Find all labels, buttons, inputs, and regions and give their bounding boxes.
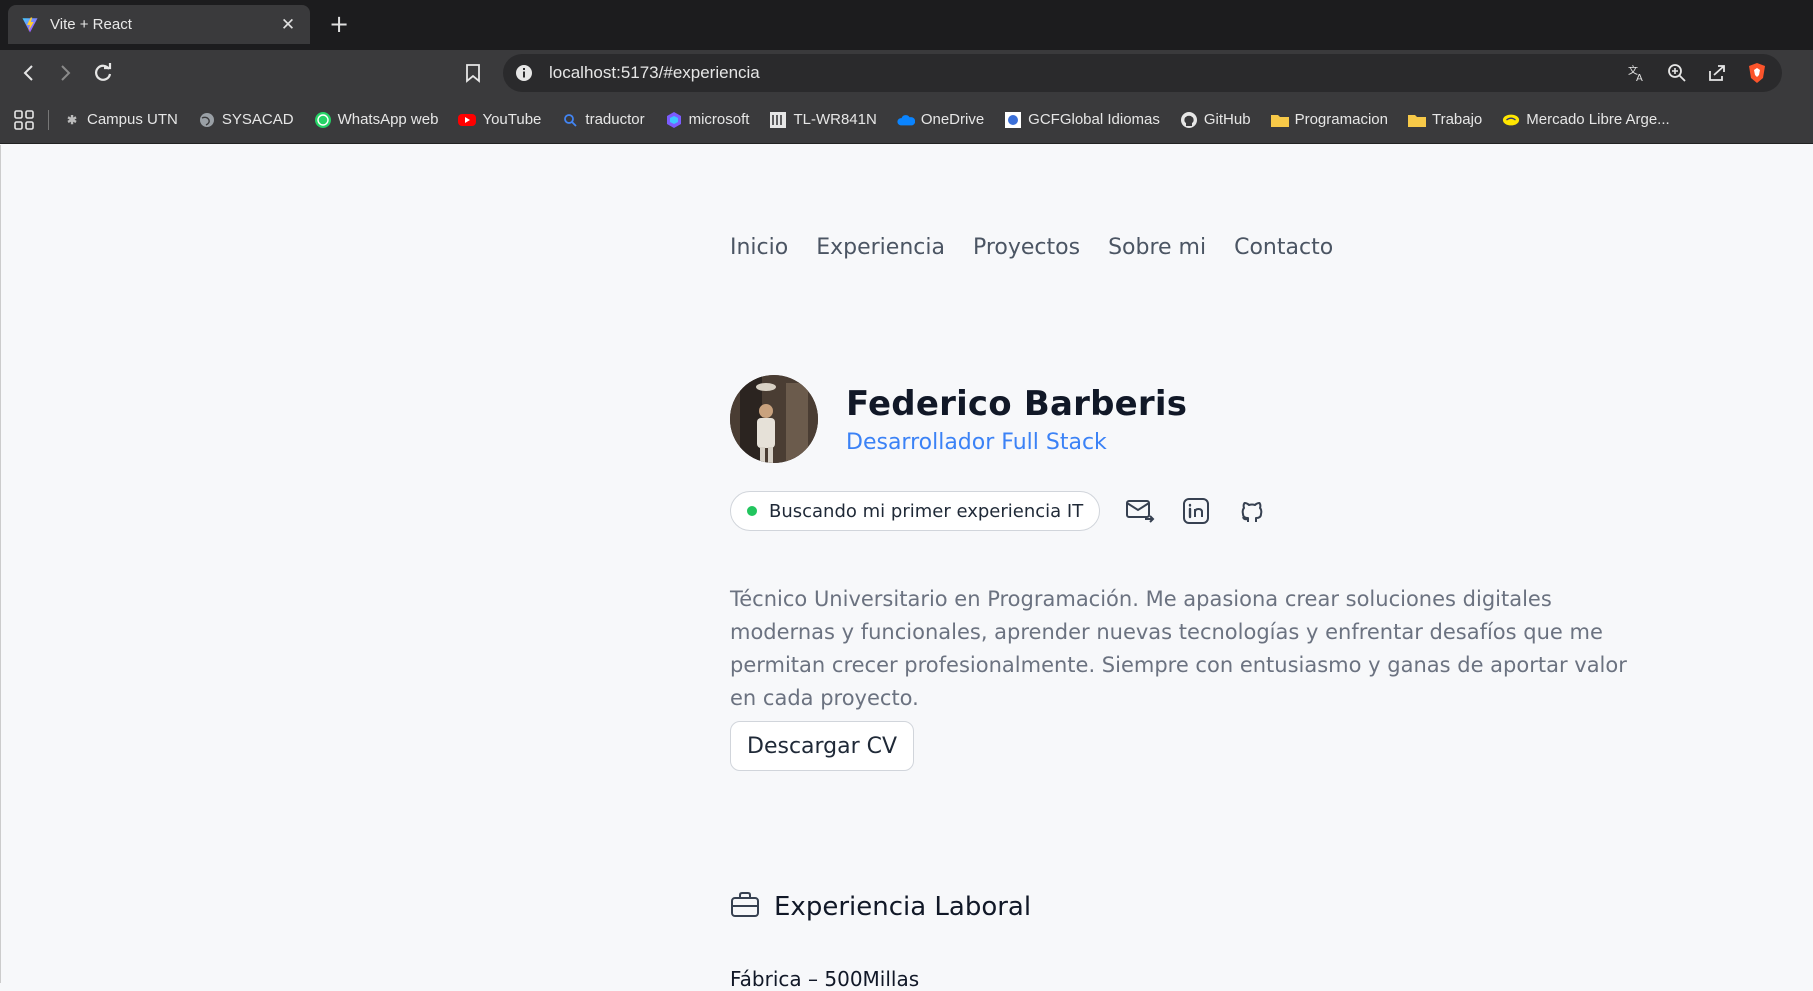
status-row: Buscando mi primer experiencia IT (730, 491, 1268, 531)
site-info-icon[interactable] (513, 62, 535, 84)
whatsapp-icon (314, 111, 332, 129)
bookmark-programacion[interactable]: Programacion (1270, 111, 1388, 129)
svg-text:A: A (1636, 73, 1643, 83)
back-icon[interactable] (14, 58, 44, 88)
brave-shield-icon[interactable] (1744, 60, 1770, 86)
apps-icon[interactable] (14, 109, 34, 130)
zoom-icon[interactable] (1664, 60, 1690, 86)
url-text: localhost:5173/#experiencia (549, 63, 760, 82)
briefcase-icon (730, 891, 760, 923)
tab-title: Vite + React (50, 16, 132, 33)
bookmark-sysacad[interactable]: SYSACAD (198, 111, 294, 129)
avatar (730, 375, 818, 463)
folder-icon (1270, 111, 1289, 129)
bookmark-microsoft[interactable]: microsoft (665, 111, 749, 129)
copilot-icon (665, 111, 683, 129)
bio-paragraph: Técnico Universitario en Programación. M… (730, 587, 1627, 710)
youtube-icon (458, 111, 477, 129)
new-tab-button[interactable]: + (326, 11, 352, 37)
gcf-icon (1004, 111, 1022, 129)
linkedin-icon[interactable] (1180, 495, 1212, 527)
mercadolibre-icon (1502, 111, 1520, 129)
mail-icon[interactable] (1124, 495, 1156, 527)
nav-item-proyectos[interactable]: Proyectos (973, 235, 1080, 260)
social-links (1124, 495, 1268, 527)
search-icon (561, 111, 579, 129)
status-dot-icon (747, 506, 757, 516)
bookmark-github[interactable]: GitHub (1180, 111, 1251, 129)
github-icon (1180, 111, 1198, 129)
utn-icon: ✱ (66, 112, 78, 127)
share-icon[interactable] (1704, 60, 1730, 86)
site-nav: Inicio Experiencia Proyectos Sobre mi Co… (730, 235, 1333, 260)
router-icon (769, 111, 787, 129)
bookmark-onedrive[interactable]: OneDrive (897, 111, 984, 129)
profile-header: Federico Barberis Desarrollador Full Sta… (730, 375, 1187, 463)
github-icon[interactable] (1236, 495, 1268, 527)
bookmark-mercadolibre[interactable]: Mercado Libre Arge... (1502, 111, 1670, 129)
status-badge: Buscando mi primer experiencia IT (730, 491, 1101, 531)
cloud-icon (897, 111, 915, 129)
name-block: Federico Barberis Desarrollador Full Sta… (846, 384, 1187, 455)
bookmark-gcfglobal[interactable]: GCFGlobal Idiomas (1004, 111, 1160, 129)
folder-icon (1407, 111, 1426, 129)
bookmark-page-icon[interactable] (458, 58, 488, 88)
bookmarks-separator (48, 109, 49, 130)
omnibox-actions: 文A (1624, 60, 1770, 86)
reload-icon[interactable] (88, 58, 118, 88)
page-viewport: Inicio Experiencia Proyectos Sobre mi Co… (0, 145, 1813, 991)
bookmark-traductor[interactable]: traductor (561, 111, 645, 129)
profile-role: Desarrollador Full Stack (846, 429, 1107, 455)
bookmark-trabajo[interactable]: Trabajo (1407, 111, 1482, 129)
globe-icon (198, 111, 216, 129)
status-text: Buscando mi primer experiencia IT (769, 500, 1084, 522)
browser-tab[interactable]: Vite + React ✕ (8, 5, 310, 44)
nav-item-sobre-mi[interactable]: Sobre mi (1108, 235, 1206, 260)
bookmark-whatsapp[interactable]: WhatsApp web (314, 111, 438, 129)
tab-strip: Vite + React ✕ + (0, 0, 1813, 50)
experience-title: Experiencia Laboral (774, 892, 1032, 922)
job-title: Fábrica – 500Millas (730, 967, 920, 991)
download-cv-button[interactable]: Descargar CV (730, 721, 915, 771)
profile-name: Federico Barberis (846, 383, 1188, 424)
nav-item-experiencia[interactable]: Experiencia (816, 235, 945, 260)
close-tab-icon[interactable]: ✕ (278, 15, 298, 35)
nav-item-inicio[interactable]: Inicio (730, 235, 788, 260)
bookmark-youtube[interactable]: YouTube (458, 111, 541, 129)
bookmark-campus-utn[interactable]: ✱ Campus UTN (63, 111, 178, 129)
nav-item-contacto[interactable]: Contacto (1234, 235, 1333, 260)
bookmarks-bar: ✱ Campus UTN SYSACAD WhatsApp web YouTube… (0, 96, 1813, 144)
vite-icon (20, 15, 40, 35)
translate-icon[interactable]: 文A (1624, 60, 1650, 86)
forward-icon[interactable] (50, 58, 80, 88)
address-bar[interactable]: localhost:5173/#experiencia 文A (503, 54, 1782, 92)
experience-section-title: Experiencia Laboral (730, 891, 1031, 923)
bookmark-router[interactable]: TL-WR841N (769, 111, 877, 129)
